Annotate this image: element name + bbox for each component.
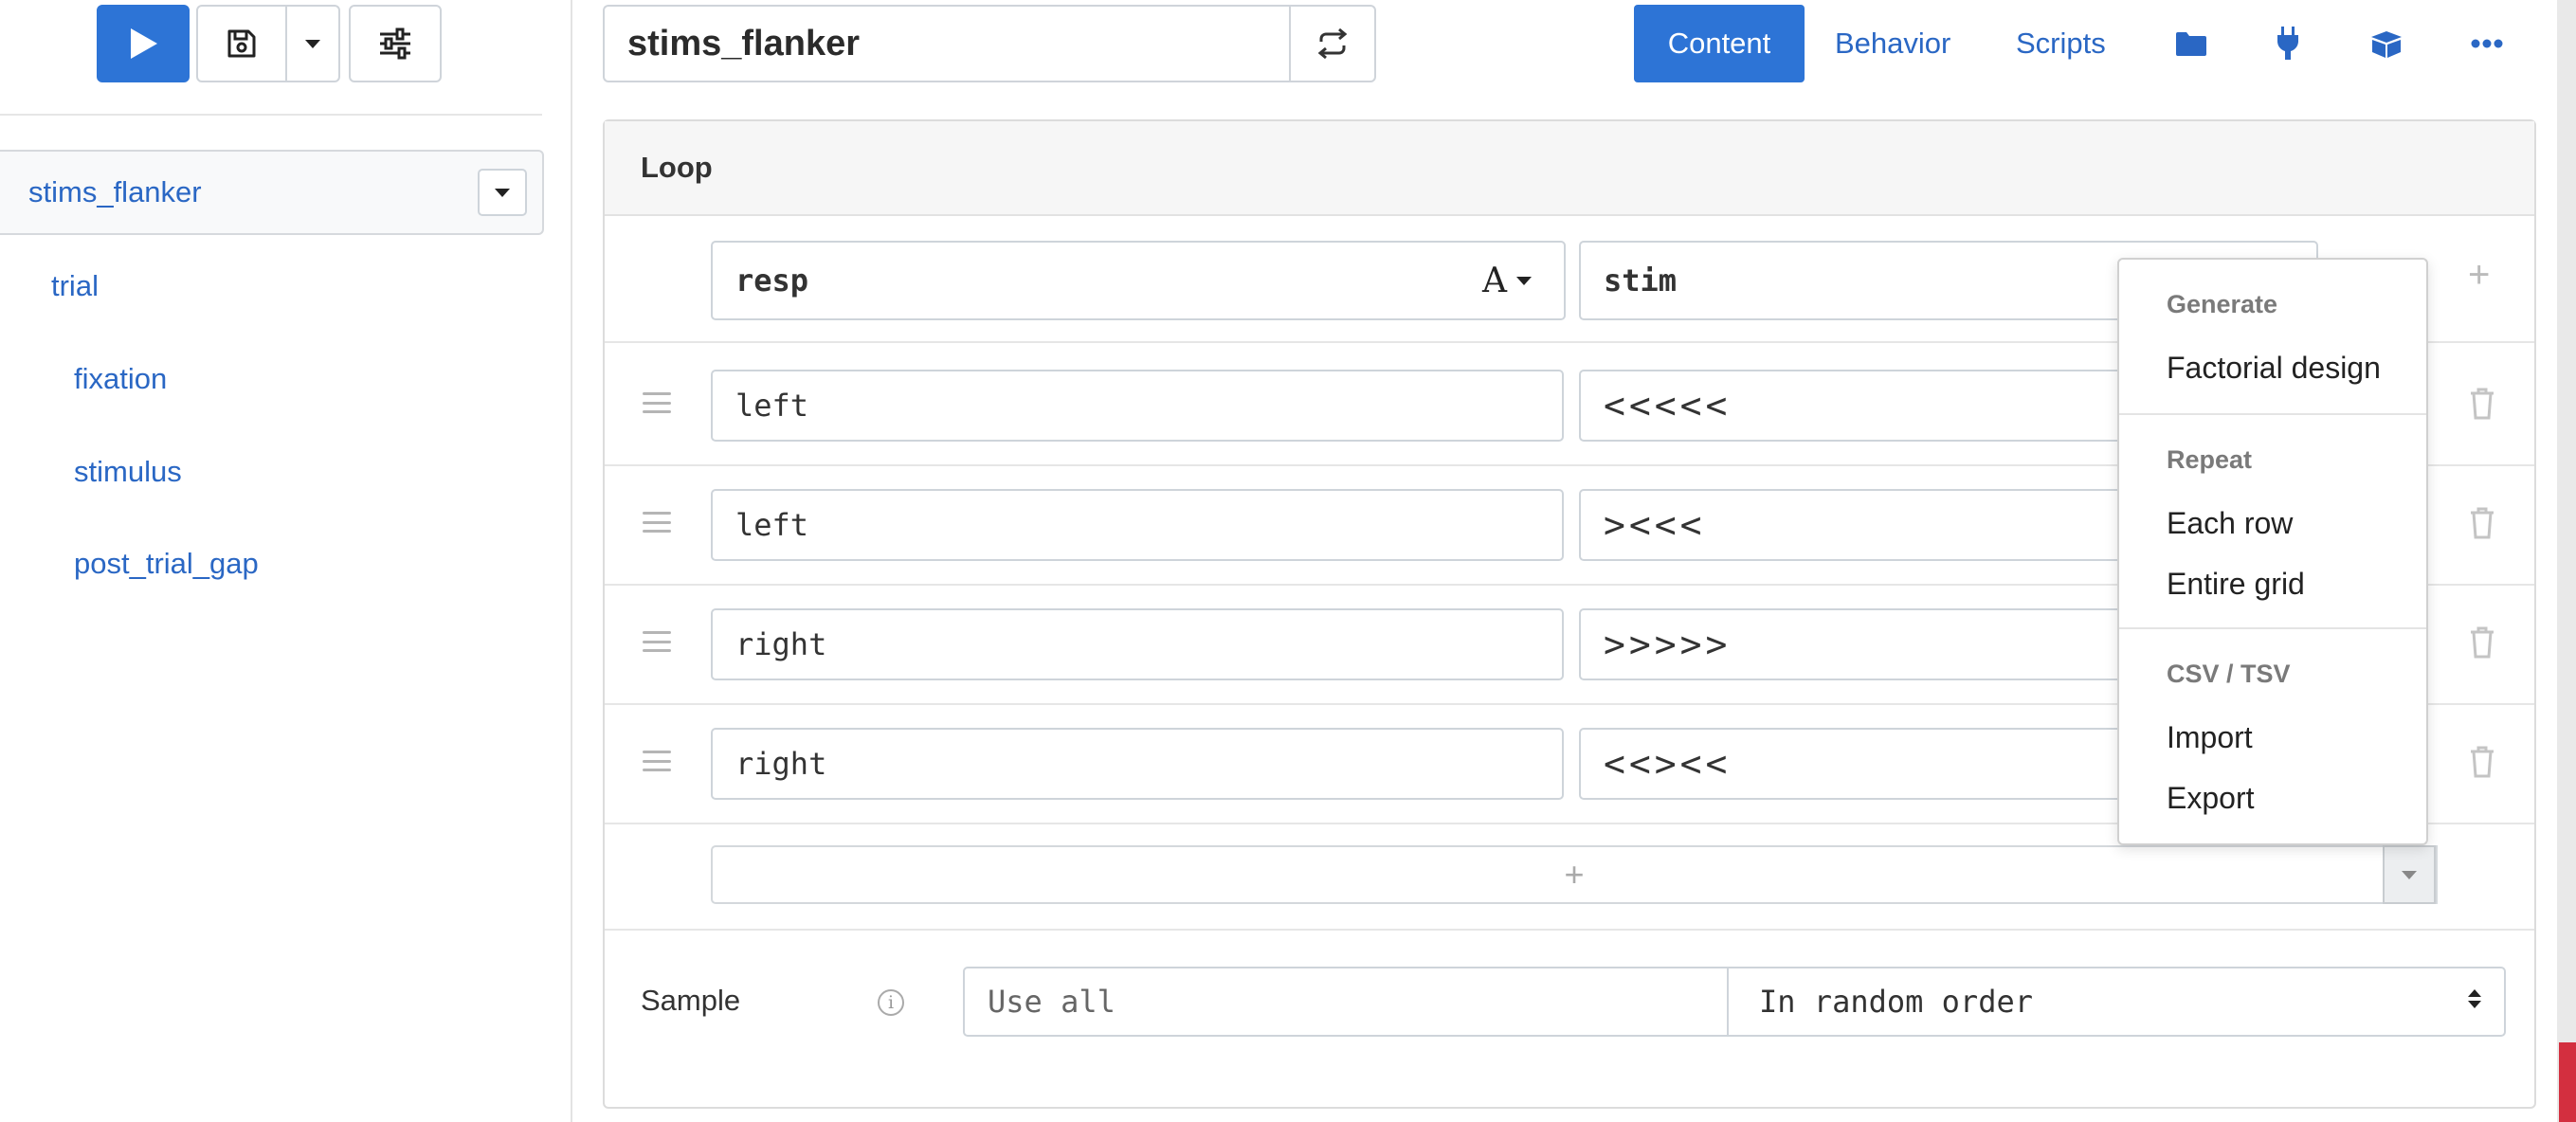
sample-mode-input[interactable]: Use all (963, 967, 1729, 1037)
tab-content[interactable]: Content (1634, 5, 1805, 82)
sidebar: stims_flanker trial fixation stimulus po… (0, 0, 572, 1122)
tab-scripts[interactable]: Scripts (2016, 27, 2106, 61)
sample-label: Sample (641, 984, 741, 1017)
sidebar-item-stimulus[interactable]: stimulus (74, 455, 182, 489)
tab-behavior[interactable]: Behavior (1835, 27, 1950, 61)
select-arrows-icon (2468, 989, 2481, 1008)
menu-item-export[interactable]: Export (2167, 781, 2254, 816)
tree-root-dropdown[interactable] (478, 169, 527, 216)
column-header-resp[interactable]: resp (711, 241, 1452, 320)
info-icon[interactable]: i (878, 989, 904, 1016)
grid-options-toggle[interactable] (2383, 845, 2436, 904)
trash-icon[interactable] (2468, 625, 2496, 660)
sidebar-divider (0, 114, 542, 116)
grid-options-menu: Generate Factorial design Repeat Each ro… (2117, 258, 2428, 845)
right-edge-strip (2557, 0, 2576, 1122)
right-edge-marker (2559, 1042, 2576, 1122)
trash-icon[interactable] (2468, 745, 2496, 779)
grid-divider (605, 929, 2534, 931)
menu-heading-csv: CSV / TSV (2167, 660, 2291, 688)
settings-button[interactable] (349, 5, 442, 82)
more-options-icon[interactable] (2468, 25, 2506, 63)
column-type-symbol: A (1482, 261, 1507, 300)
run-button[interactable] (97, 5, 190, 82)
drag-handle-icon[interactable] (643, 631, 671, 652)
cell-resp[interactable]: right (711, 728, 1564, 800)
sidebar-item-fixation[interactable]: fixation (74, 362, 167, 396)
loop-arrows-icon (1317, 28, 1348, 59)
add-column-icon[interactable]: + (2468, 254, 2490, 297)
sample-order-select[interactable]: In random order (1727, 967, 2506, 1037)
package-icon[interactable] (2367, 25, 2405, 63)
caret-down-icon (2402, 870, 2417, 879)
component-title-input[interactable]: stims_flanker (603, 5, 1291, 82)
save-button[interactable] (196, 5, 287, 82)
cell-resp[interactable]: left (711, 489, 1564, 561)
menu-item-entire-grid[interactable]: Entire grid (2167, 567, 2305, 602)
drag-handle-icon[interactable] (643, 512, 671, 533)
menu-item-factorial-design[interactable]: Factorial design (2167, 351, 2381, 386)
trash-icon[interactable] (2468, 506, 2496, 540)
menu-heading-generate: Generate (2167, 290, 2278, 318)
drag-handle-icon[interactable] (643, 392, 671, 413)
menu-item-import[interactable]: Import (2167, 720, 2253, 755)
plug-icon[interactable] (2269, 25, 2307, 63)
menu-heading-repeat: Repeat (2167, 445, 2253, 474)
tree-root-item[interactable]: stims_flanker (0, 150, 544, 235)
caret-down-icon (495, 188, 510, 197)
save-options-button[interactable] (285, 5, 340, 82)
sidebar-item-trial[interactable]: trial (51, 269, 99, 303)
caret-down-icon (305, 39, 320, 48)
add-row-button[interactable]: + (711, 845, 2438, 904)
drag-handle-icon[interactable] (643, 751, 671, 771)
menu-divider (2119, 627, 2426, 629)
caret-down-icon (1516, 276, 1532, 285)
cell-resp[interactable]: right (711, 608, 1564, 680)
loop-heading: Loop (605, 121, 2534, 216)
trash-icon[interactable] (2468, 387, 2496, 421)
menu-item-each-row[interactable]: Each row (2167, 506, 2293, 541)
folder-icon[interactable] (2172, 25, 2210, 63)
sample-order-value: In random order (1759, 984, 2033, 1020)
menu-divider (2119, 413, 2426, 415)
save-icon (227, 29, 256, 58)
column-type-button[interactable]: A (1450, 241, 1566, 320)
cell-resp[interactable]: left (711, 370, 1564, 442)
tree-root-label: stims_flanker (28, 175, 202, 208)
sidebar-item-post-trial-gap[interactable]: post_trial_gap (74, 547, 259, 581)
convert-loop-button[interactable] (1289, 5, 1376, 82)
sliders-icon (380, 27, 410, 60)
play-icon (131, 28, 157, 59)
